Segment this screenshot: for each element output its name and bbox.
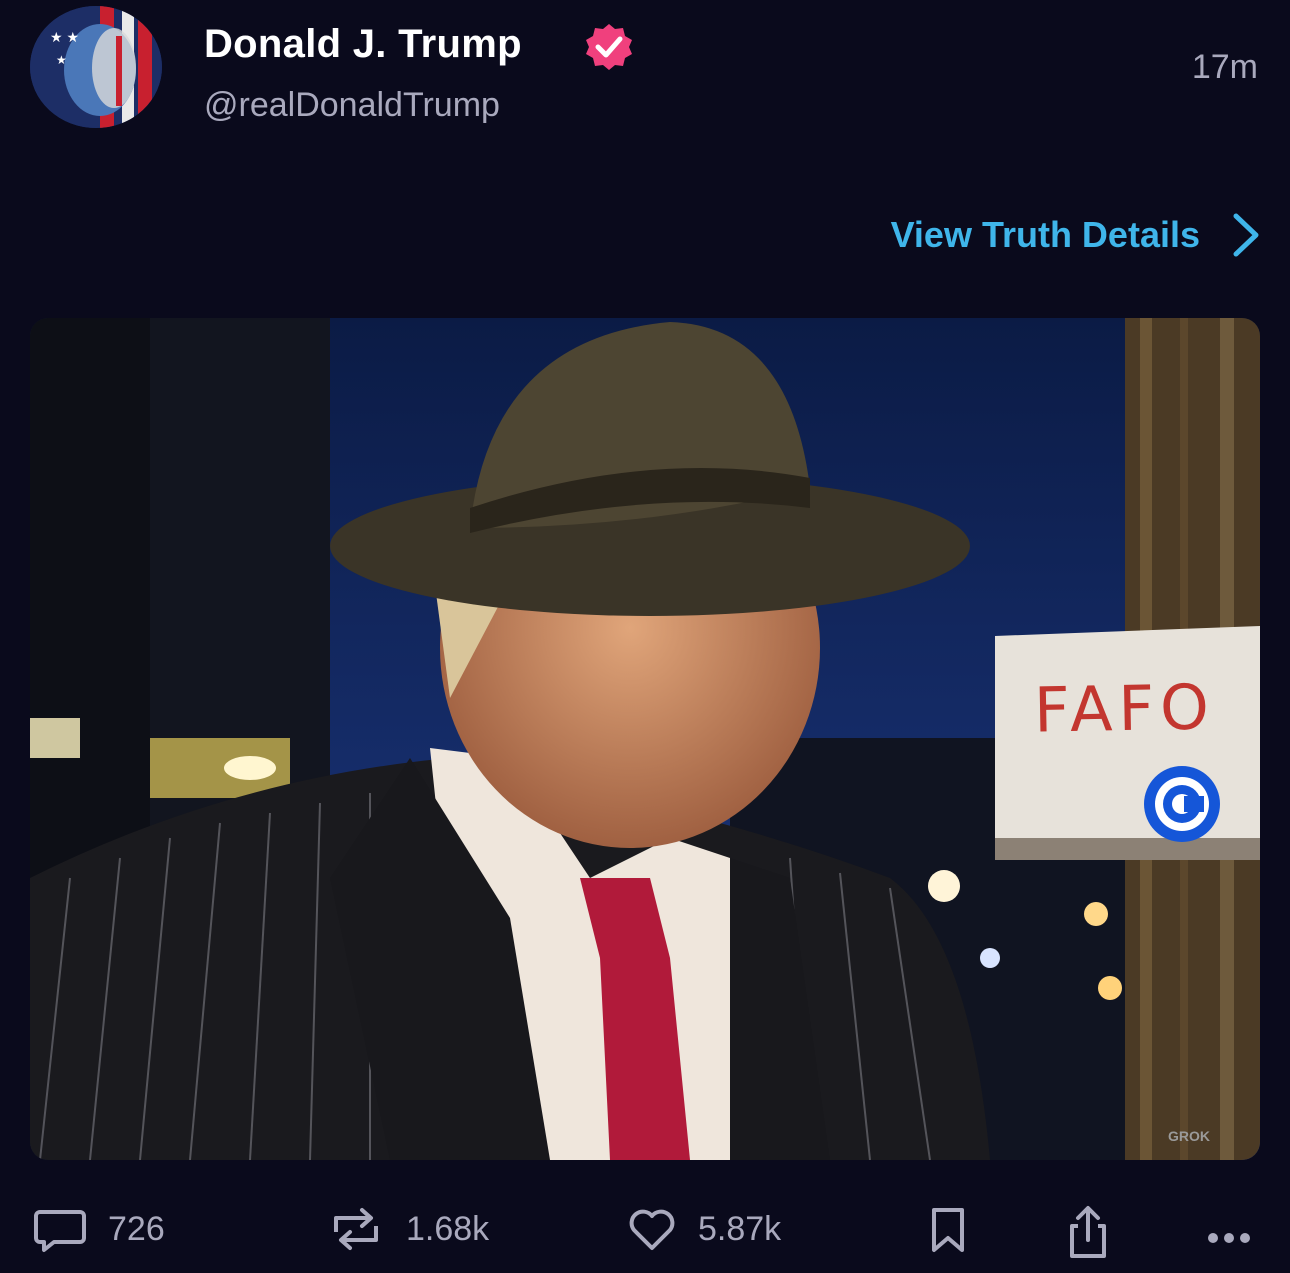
like-count: 5.87k xyxy=(698,1209,782,1248)
like-button[interactable]: 5.87k xyxy=(626,1204,781,1254)
sign-text: FAFO xyxy=(1033,670,1216,747)
bookmark-button[interactable] xyxy=(928,1204,968,1256)
author-handle[interactable]: @realDonaldTrump xyxy=(204,86,500,125)
reply-count: 726 xyxy=(108,1209,165,1248)
more-button[interactable] xyxy=(1204,1204,1256,1256)
view-truth-details-label: View Truth Details xyxy=(890,214,1200,255)
heart-icon xyxy=(629,1209,675,1250)
avatar-image: ★ ★ ★ xyxy=(30,6,162,128)
post-action-bar: 726 1.68k 5.87k xyxy=(0,1204,1290,1268)
repost-button[interactable]: 1.68k xyxy=(326,1204,489,1254)
bookmark-icon xyxy=(932,1208,964,1252)
reply-button[interactable]: 726 xyxy=(32,1204,165,1254)
share-button[interactable] xyxy=(1064,1204,1112,1260)
share-icon xyxy=(1070,1206,1106,1258)
author-display-name[interactable]: Donald J. Trump xyxy=(204,22,522,67)
verified-badge-icon xyxy=(582,22,636,72)
reply-icon xyxy=(34,1210,86,1252)
svg-text:★: ★ xyxy=(56,53,67,67)
more-icon xyxy=(1208,1233,1250,1243)
chevron-right-icon xyxy=(1233,213,1259,257)
grok-watermark: GROK xyxy=(1168,1128,1210,1144)
svg-text:★ ★: ★ ★ xyxy=(50,29,79,45)
post-timestamp: 17m xyxy=(1191,48,1258,86)
avatar[interactable]: ★ ★ ★ xyxy=(30,6,162,128)
repost-count: 1.68k xyxy=(406,1209,490,1248)
view-truth-details-link[interactable]: View Truth Details xyxy=(891,210,1262,260)
repost-icon xyxy=(334,1208,378,1250)
